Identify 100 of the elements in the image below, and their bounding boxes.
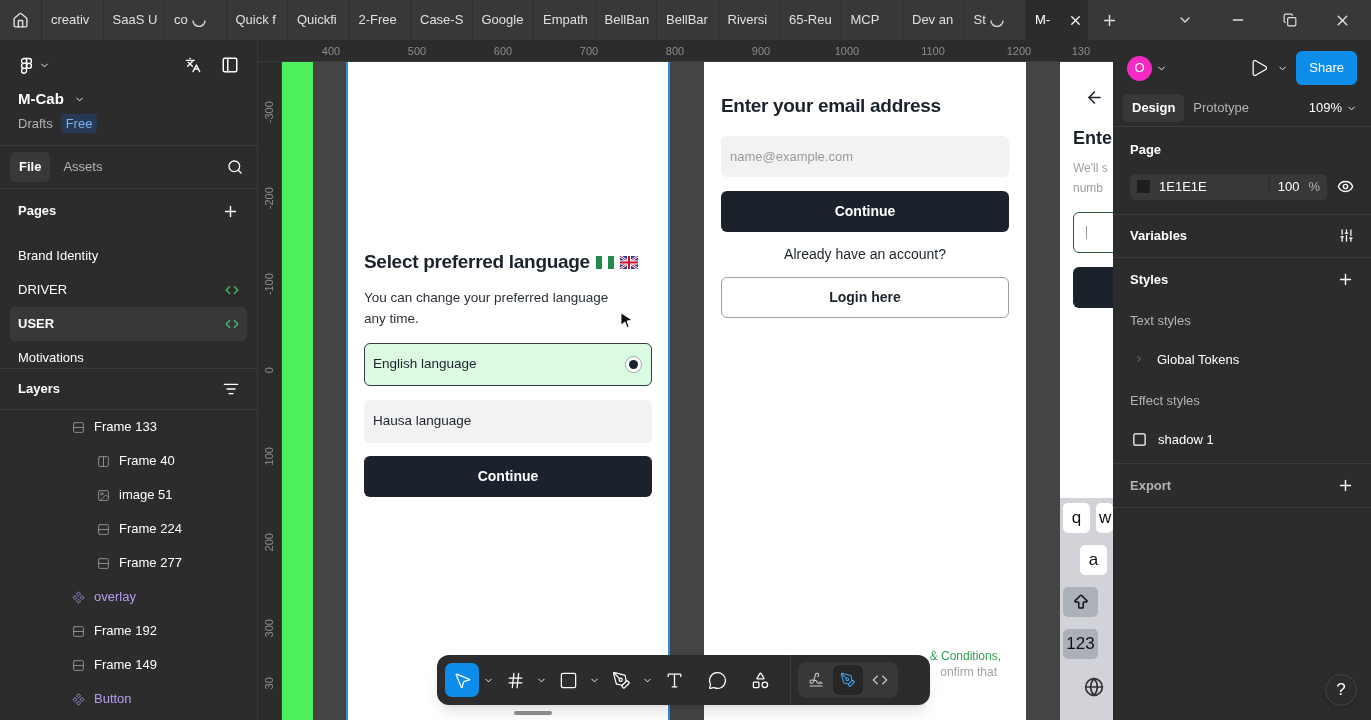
keyboard-key[interactable]: w	[1096, 503, 1113, 533]
chevron-icon[interactable]	[1134, 354, 1144, 365]
mouse-cursor-icon	[620, 312, 634, 328]
ruler-label: -200	[262, 187, 277, 209]
vertical-layout-icon	[72, 624, 85, 638]
browser-tab[interactable]: M-	[1026, 0, 1088, 40]
vertical-layout-icon	[72, 658, 85, 672]
layer-item[interactable]: image 51	[0, 478, 257, 512]
visibility-icon[interactable]	[1337, 178, 1354, 195]
vertical-layout-icon	[97, 556, 110, 570]
layer-item[interactable]: Frame 192	[0, 614, 257, 648]
ruler-label: 500	[406, 44, 428, 59]
shift-key[interactable]	[1063, 587, 1098, 617]
layer-item[interactable]: Button	[0, 682, 257, 716]
ruler-label: 100	[262, 446, 277, 466]
image-icon	[97, 488, 110, 502]
keyboard-key[interactable]: q	[1063, 503, 1090, 533]
ruler-label: 200	[262, 532, 277, 552]
restore-icon[interactable]	[1283, 13, 1297, 27]
globe-icon[interactable]	[1084, 677, 1104, 697]
ruler-label: 0	[262, 366, 277, 374]
flag-icon	[619, 255, 638, 269]
home-icon[interactable]	[12, 11, 29, 29]
ruler-label: 900	[750, 44, 772, 59]
radio-button[interactable]	[625, 355, 642, 373]
screen-title: Ente	[1073, 127, 1113, 150]
ruler-label: 400	[320, 44, 342, 59]
style-item[interactable]: shadow 1	[1130, 429, 1354, 449]
component-icon	[72, 590, 85, 604]
ruler-label: 600	[492, 44, 514, 59]
color-field[interactable]: 1E1E1E 100 %	[1130, 173, 1327, 200]
zoom-level[interactable]: 109%	[1308, 98, 1342, 118]
account-prompt: Already have an account?	[783, 244, 947, 264]
style-item[interactable]: Global Tokens	[1130, 349, 1354, 369]
style-group-title: Text styles	[1130, 312, 1192, 330]
variables-icon[interactable]	[1339, 228, 1354, 243]
page-item[interactable]: USER	[10, 307, 247, 341]
text-cursor	[1086, 226, 1087, 239]
screen-title: Select preferred language	[364, 250, 590, 274]
screen-subtitle: numb	[1073, 180, 1105, 197]
logo-icon[interactable]	[18, 56, 35, 74]
layer-item[interactable]: Frame 277	[0, 546, 257, 580]
collapse-layers-icon[interactable]	[223, 381, 239, 397]
rectangle-tool-icon[interactable]	[558, 670, 578, 690]
shapes-icon[interactable]	[750, 670, 770, 690]
section-title: Layers	[18, 380, 60, 399]
ruler-label: 1200	[1005, 44, 1033, 59]
sidebar-toggle-icon[interactable]	[221, 56, 239, 74]
keyboard-key[interactable]: a	[1080, 545, 1107, 575]
tool-button[interactable]	[445, 663, 479, 697]
mode-button[interactable]	[833, 665, 863, 695]
file-location: Drafts	[18, 114, 53, 133]
user-avatar[interactable]: O	[1127, 55, 1152, 81]
add-export-icon[interactable]	[1337, 477, 1354, 494]
ruler-label: 800	[664, 44, 686, 59]
panel-tab[interactable]: File	[10, 152, 51, 182]
language-option[interactable]: Hausa language	[364, 399, 652, 443]
text-lint-icon[interactable]	[185, 57, 201, 73]
continue-button[interactable]: Continue	[721, 190, 1009, 232]
ruler-label: 300	[262, 618, 277, 638]
flag-icon	[595, 255, 614, 269]
shift-icon	[1071, 593, 1090, 611]
continue-button[interactable]: Continue	[364, 455, 652, 497]
scrollbar	[514, 711, 552, 715]
layer-item[interactable]: Frame 149	[0, 648, 257, 682]
comment-tool-icon[interactable]	[707, 670, 727, 690]
share-button[interactable]: Share	[1296, 51, 1357, 85]
file-name[interactable]: M-Cab	[18, 88, 64, 111]
panel-tab[interactable]: Assets	[54, 152, 112, 182]
layer-item[interactable]: Frame 40	[0, 444, 257, 478]
section-title: Variables	[1130, 226, 1188, 245]
page-item[interactable]: DRIVER	[10, 273, 247, 307]
terms-link[interactable]: & Conditions,	[929, 648, 1001, 664]
ruler-label: 130	[1070, 44, 1090, 59]
keyboard-key[interactable]: 123	[1063, 629, 1098, 659]
color-swatch[interactable]	[1137, 180, 1150, 193]
vertical-layout-icon	[72, 420, 85, 434]
section-title: Styles	[1130, 270, 1169, 289]
dev-mode-icon[interactable]	[872, 672, 888, 688]
ruler-label: -300	[262, 101, 277, 123]
panel-tab[interactable]: Prototype	[1184, 94, 1258, 122]
section-title: Pages	[18, 202, 57, 221]
screen-title: Enter your email address	[721, 94, 942, 118]
help-button[interactable]: ?	[1325, 674, 1357, 706]
pen-tool-icon[interactable]	[611, 670, 631, 690]
page-item[interactable]: Brand Identity	[10, 239, 247, 273]
horizontal-layout-icon	[97, 454, 110, 468]
ruler-label: 700	[578, 44, 600, 59]
layer-item[interactable]: overlay	[0, 580, 257, 614]
layer-item[interactable]: Frame 224	[0, 512, 257, 546]
page-item[interactable]: Motivations	[10, 341, 247, 368]
design-mode-icon[interactable]	[840, 672, 856, 688]
email-field[interactable]: name@example.com	[721, 135, 1009, 177]
draw-mode-icon[interactable]	[808, 672, 824, 688]
layer-item[interactable]: Frame 133	[0, 410, 257, 444]
panel-tab[interactable]: Design	[1123, 94, 1185, 122]
login-button[interactable]: Login here	[721, 276, 1009, 318]
section-title: Page	[1130, 142, 1162, 157]
search-icon[interactable]	[227, 159, 243, 175]
language-option[interactable]: English language	[364, 342, 652, 386]
